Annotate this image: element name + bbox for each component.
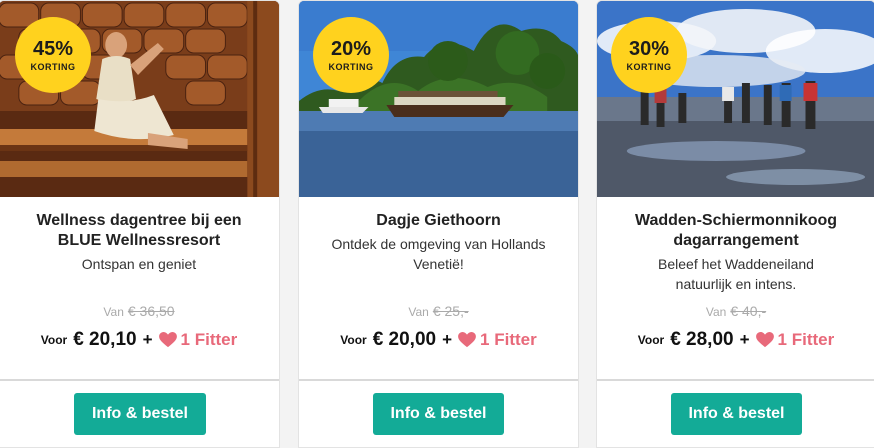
card-subtitle: Ontdek de omgeving van Hollands Venetië!	[331, 236, 546, 272]
card-divider	[299, 379, 578, 381]
old-price: Van € 25,-	[299, 303, 578, 319]
new-price-amount: € 20,00	[372, 329, 437, 350]
heart-icon	[755, 332, 774, 348]
new-price-amount: € 28,00	[670, 329, 734, 350]
card-body: Dagje Giethoorn Ontdek de omgeving van H…	[299, 197, 578, 379]
card-title[interactable]: Dagje Giethoorn	[313, 211, 564, 231]
card-subtitle: Beleef het Waddeneiland natuurlijk en in…	[658, 256, 814, 292]
card-body: Wellness dagentree bij een BLUE Wellness…	[0, 197, 279, 379]
plus-sign: +	[442, 330, 453, 349]
old-price: Van € 40,-	[597, 303, 874, 319]
fitter-label: 1 Fitter	[480, 330, 537, 349]
card-subtitle: Ontspan en geniet	[81, 256, 197, 272]
deal-card-wadden[interactable]: 30% KORTING Wadden-Schiermonnikoog dagar…	[596, 0, 874, 448]
old-price-amount: € 25,-	[432, 303, 469, 319]
old-price-amount: € 40,-	[730, 303, 767, 319]
deal-image-wadden[interactable]: 30% KORTING	[597, 1, 874, 197]
new-price-prefix: Voor	[340, 333, 367, 347]
heart-icon	[458, 332, 476, 348]
discount-badge: 30% KORTING	[611, 17, 687, 93]
discount-label: KORTING	[30, 62, 76, 72]
discount-percentage: 20%	[330, 38, 372, 60]
plus-sign: +	[739, 330, 750, 349]
new-price: Voor € 20,00 + 1 Fitter	[299, 329, 578, 351]
new-price: Voor € 28,00 + 1 Fitter	[597, 329, 874, 351]
old-price: Van € 36,50	[0, 303, 279, 319]
info-bestel-button[interactable]: Info & bestel	[671, 393, 802, 435]
deal-card-wellness[interactable]: 45% KORTING Wellness dagentree bij een B…	[0, 0, 280, 448]
info-bestel-button[interactable]: Info & bestel	[74, 393, 206, 435]
plus-sign: +	[142, 330, 153, 349]
fitter-label: 1 Fitter	[180, 330, 238, 349]
card-divider	[597, 379, 874, 381]
discount-label: KORTING	[328, 62, 374, 72]
old-price-prefix: Van	[705, 305, 727, 319]
card-title[interactable]: Wadden-Schiermonnikoog dagarrangement	[611, 211, 861, 251]
old-price-amount: € 36,50	[127, 303, 175, 319]
new-price-prefix: Voor	[40, 333, 68, 347]
new-price-prefix: Voor	[637, 333, 665, 347]
card-divider	[0, 379, 279, 381]
new-price: Voor € 20,10 + 1 Fitter	[0, 329, 279, 351]
discount-label: KORTING	[626, 62, 672, 72]
card-title[interactable]: Wellness dagentree bij een BLUE Wellness…	[13, 211, 265, 251]
heart-icon	[158, 332, 177, 348]
old-price-prefix: Van	[408, 305, 429, 319]
new-price-amount: € 20,10	[73, 329, 137, 350]
fitter-label: 1 Fitter	[777, 330, 835, 349]
discount-percentage: 30%	[628, 38, 670, 60]
discount-badge: 45% KORTING	[15, 17, 91, 93]
old-price-prefix: Van	[103, 305, 124, 319]
info-bestel-button[interactable]: Info & bestel	[373, 393, 504, 435]
discount-badge: 20% KORTING	[313, 17, 389, 93]
deal-image-giethoorn[interactable]: 20% KORTING	[299, 1, 578, 197]
discount-percentage: 45%	[32, 38, 74, 60]
card-body: Wadden-Schiermonnikoog dagarrangement Be…	[597, 197, 874, 379]
deal-card-giethoorn[interactable]: 20% KORTING Dagje Giethoorn Ontdek de om…	[298, 0, 579, 448]
deal-image-sauna[interactable]: 45% KORTING	[0, 1, 279, 197]
